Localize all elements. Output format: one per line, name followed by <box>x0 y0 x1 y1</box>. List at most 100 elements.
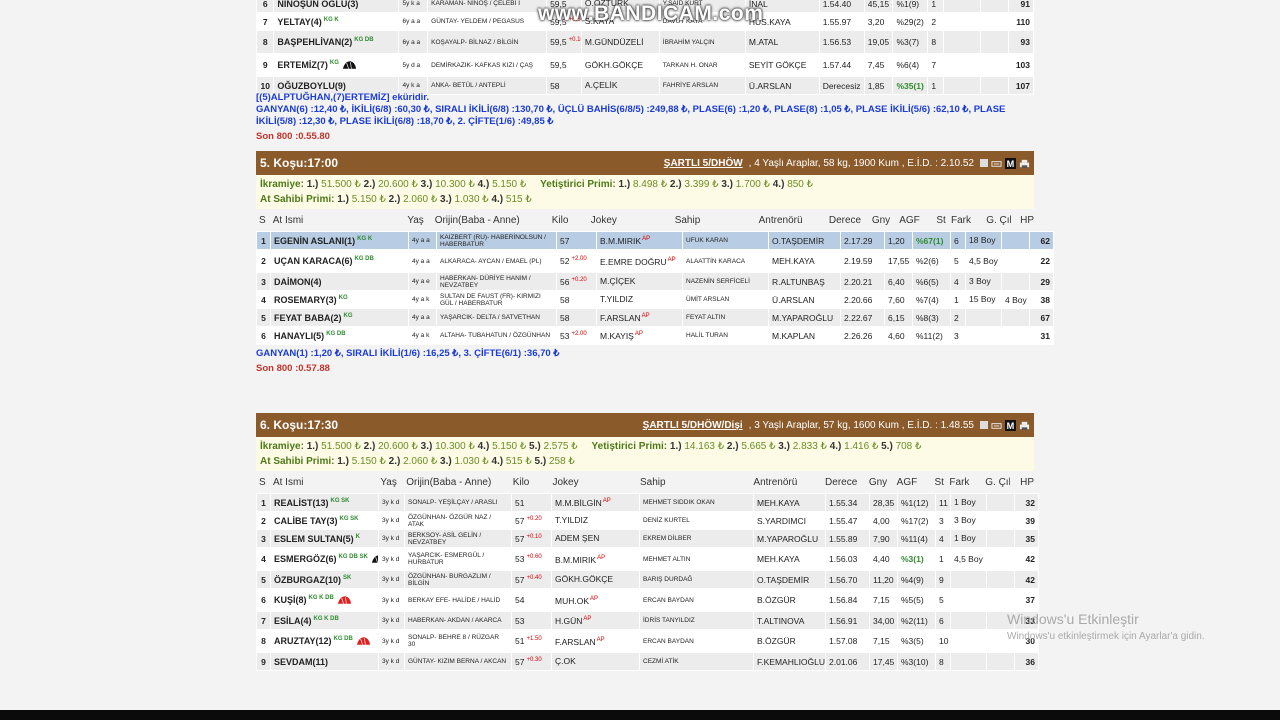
column-header-derece[interactable]: Derece <box>822 477 866 488</box>
compare-icon[interactable] <box>991 158 1002 169</box>
cell-name[interactable]: ESİLA(4) KG K DB <box>270 611 379 630</box>
cell-trainer[interactable]: M.KAPLAN <box>768 326 841 345</box>
cell-name[interactable]: BAŞPEHLİVAN(2) KG DB <box>273 30 400 54</box>
horse-name[interactable]: DAİMON(4) <box>274 277 322 287</box>
column-header-hp[interactable]: HP <box>1010 477 1034 488</box>
horse-name[interactable]: SEVDAM(11) <box>274 657 328 667</box>
column-header-st[interactable]: St <box>931 477 946 488</box>
cell-name[interactable]: SEVDAM(11) <box>270 652 379 671</box>
cell-owner[interactable]: ALAATTİN KARACA <box>682 249 769 273</box>
horse-name[interactable]: REALİST(13) <box>274 498 329 508</box>
race5-condition-link[interactable]: ŞARTLI 5/DHÖW <box>664 158 743 169</box>
cell-owner[interactable]: NAZENİN SERFİCELİ <box>682 272 769 291</box>
column-header-derece[interactable]: Derece <box>826 215 869 226</box>
cell-jockey[interactable]: H.GÜNAP <box>551 611 640 630</box>
table-row[interactable]: 9 ERTEMİZ(7) KG 5y d a DEMİRKAZIK- KAFKAS KI… <box>255 53 1034 77</box>
race6-condition-link[interactable]: ŞARTLI 5/DHÖW/Dişi <box>643 420 743 431</box>
table-row[interactable]: 1 EGENİN ASLANI(1) KG K 4y a a KAIZBERT (RU)… <box>256 231 1054 250</box>
cell-name[interactable]: ROSEMARY(3) KG <box>270 290 409 309</box>
cell-name[interactable]: KUŞİ(8) KG K DB <box>270 588 379 612</box>
column-header-kilo[interactable]: Kilo <box>510 477 550 488</box>
compare-icon[interactable] <box>991 420 1002 431</box>
table-row[interactable]: 9 SEVDAM(11) 3y k d GÜNTAY- KIZIM BERNA / A… <box>256 652 1039 671</box>
m-icon[interactable]: M <box>1005 157 1016 169</box>
cell-owner[interactable]: ERCAN BAYDAN <box>639 588 754 612</box>
cell-trainer[interactable]: Ü.ARSLAN <box>768 290 841 309</box>
cell-jockey[interactable]: T.YILDIZ <box>596 290 683 309</box>
cell-name[interactable]: CALİBE TAY(3) KG SK <box>270 511 379 530</box>
cell-jockey[interactable]: T.YILDIZ <box>551 511 640 530</box>
square-icon[interactable] <box>980 421 988 429</box>
cell-jockey[interactable]: B.M.MIRIKAP <box>551 547 640 571</box>
horse-name[interactable]: ESMERGÖZ(6) <box>274 554 337 564</box>
table-row[interactable]: 6 HANAYLI(5) KG DB 4y a k ALTAHA- TUBAHATUN … <box>256 326 1054 345</box>
cell-trainer[interactable]: MEH.KAYA <box>768 249 841 273</box>
cell-name[interactable]: HANAYLI(5) KG DB <box>270 326 409 345</box>
column-header-jockey[interactable]: Jokey <box>588 215 672 226</box>
cell-name[interactable]: REALİST(13) KG SK <box>270 493 379 512</box>
cell-jockey[interactable]: Ç.OK <box>551 652 640 671</box>
horse-name[interactable]: FEYAT BABA(2) <box>274 313 342 323</box>
cell-owner[interactable]: EKREM DİLBER <box>639 529 754 548</box>
horse-name[interactable]: YELTAY(4) <box>277 17 321 27</box>
cell-trainer[interactable]: MEH.KAYA <box>753 493 826 512</box>
table-row[interactable]: 1 REALİST(13) KG SK 3y k d SONALP- YEŞİLÇAY … <box>256 493 1039 512</box>
table-row[interactable]: 5 ÖZBURGAZ(10) SK 3y k d ÖZGÜNHAN- BURGAZLIM… <box>256 570 1039 589</box>
table-row[interactable]: 8 BAŞPEHLİVAN(2) KG DB 6y a a KOŞAYALP- BİLN… <box>255 30 1034 54</box>
cell-owner[interactable]: CEZMİ ATİK <box>639 652 754 671</box>
column-header-s[interactable]: S <box>256 215 270 226</box>
table-row[interactable]: 5 FEYAT BABA(2) KG 4y a a YAŞARCIK- DELTA / … <box>256 308 1054 327</box>
square-icon[interactable] <box>980 159 988 167</box>
cell-trainer[interactable]: M.YAPAROĞLU <box>753 529 826 548</box>
cell-jockey[interactable]: M.ÇİÇEK <box>596 272 683 291</box>
cell-trainer[interactable]: S.YARDIMCI <box>753 511 826 530</box>
table-row[interactable]: 2 CALİBE TAY(3) KG SK 3y k d ÖZGÜNHAN- ÖZGÜR… <box>256 511 1039 530</box>
column-header-agf[interactable]: AGF <box>894 477 932 488</box>
cell-owner[interactable]: İDRİS TANYILDIZ <box>639 611 754 630</box>
cell-trainer[interactable]: T.ALTINOVA <box>753 611 826 630</box>
cell-owner[interactable]: MEHMET SIDDIK OKAN <box>639 493 754 512</box>
horse-name[interactable]: NİNOŞUN OĞLU(3) <box>277 0 358 9</box>
cell-name[interactable]: FEYAT BABA(2) KG <box>270 308 409 327</box>
cell-jockey[interactable]: ADEM ŞEN <box>551 529 640 548</box>
cell-trainer[interactable]: F.KEMAHLIOĞLU <box>753 652 826 671</box>
column-header-age[interactable]: Yaş <box>404 215 431 226</box>
table-row[interactable]: 8 ARUZTAY(12) KG DB 3y k d SONALP- BEHRE 8 /… <box>256 629 1039 653</box>
cell-jockey[interactable]: M.M.BİLGİNAP <box>551 493 640 512</box>
column-header-jockey[interactable]: Jokey <box>549 477 637 488</box>
cell-jockey[interactable]: GÖKH.GÖKÇE <box>551 570 640 589</box>
cell-owner[interactable]: ERCAN BAYDAN <box>639 629 754 653</box>
horse-name[interactable]: EGENİN ASLANI(1) <box>274 236 355 246</box>
table-row[interactable]: 6 KUŞİ(8) KG K DB 3y k d BERKAY EFE- HALİDE … <box>256 588 1039 612</box>
horse-name[interactable]: CALİBE TAY(3) <box>274 516 338 526</box>
horse-name[interactable]: ESİLA(4) <box>274 616 312 626</box>
cell-name[interactable]: EGENİN ASLANI(1) KG K <box>270 231 409 250</box>
column-header-s[interactable]: S <box>256 477 270 488</box>
column-header-gny[interactable]: Gny <box>866 477 894 488</box>
cell-owner[interactable]: ÜMİT ARSLAN <box>682 290 769 309</box>
m-icon[interactable]: M <box>1005 419 1016 431</box>
column-header-owner[interactable]: Sahip <box>672 215 756 226</box>
cell-owner[interactable]: TARKAN H. ONAR <box>658 53 746 77</box>
column-header-age[interactable]: Yaş <box>377 477 403 488</box>
cell-name[interactable]: DAİMON(4) <box>270 272 409 291</box>
cell-jockey[interactable]: GÖKH.GÖKÇE <box>580 53 660 77</box>
cell-jockey[interactable]: B.M.MIRIKAP <box>596 231 683 250</box>
column-header-gck[interactable]: G. Çık. <box>982 477 1010 488</box>
print-icon[interactable] <box>1019 158 1030 169</box>
cell-trainer[interactable]: O.TAŞDEMİR <box>768 231 841 250</box>
cell-owner[interactable]: BARIŞ DURDAĞ <box>639 570 754 589</box>
horse-name[interactable]: HANAYLI(5) <box>274 331 324 341</box>
horse-name[interactable]: ÖZBURGAZ(10) <box>274 575 341 585</box>
cell-trainer[interactable]: O.TAŞDEMİR <box>753 570 826 589</box>
cell-name[interactable]: ESMERGÖZ(6) KG DB SK <box>270 547 379 571</box>
cell-owner[interactable]: DENİZ KURTEL <box>639 511 754 530</box>
horse-name[interactable]: UÇAN KARACA(6) <box>274 256 353 266</box>
table-row[interactable]: 3 DAİMON(4) 4y a e HABERKAN- DÜRİYE HANIM /… <box>256 272 1054 291</box>
cell-trainer[interactable]: MEH.KAYA <box>753 547 826 571</box>
table-row[interactable]: 2 UÇAN KARACA(6) KG DB 4y a a ALKARACA- AYCA… <box>256 249 1054 273</box>
table-row[interactable]: 3 ESLEM SULTAN(5) K 3y k d BERKSOY- ASİL GEL… <box>256 529 1039 548</box>
cell-name[interactable]: NİNOŞUN OĞLU(3) <box>273 0 400 13</box>
horse-name[interactable]: ARUZTAY(12) <box>274 636 332 646</box>
cell-owner[interactable]: FEYAT ALTIN <box>682 308 769 327</box>
